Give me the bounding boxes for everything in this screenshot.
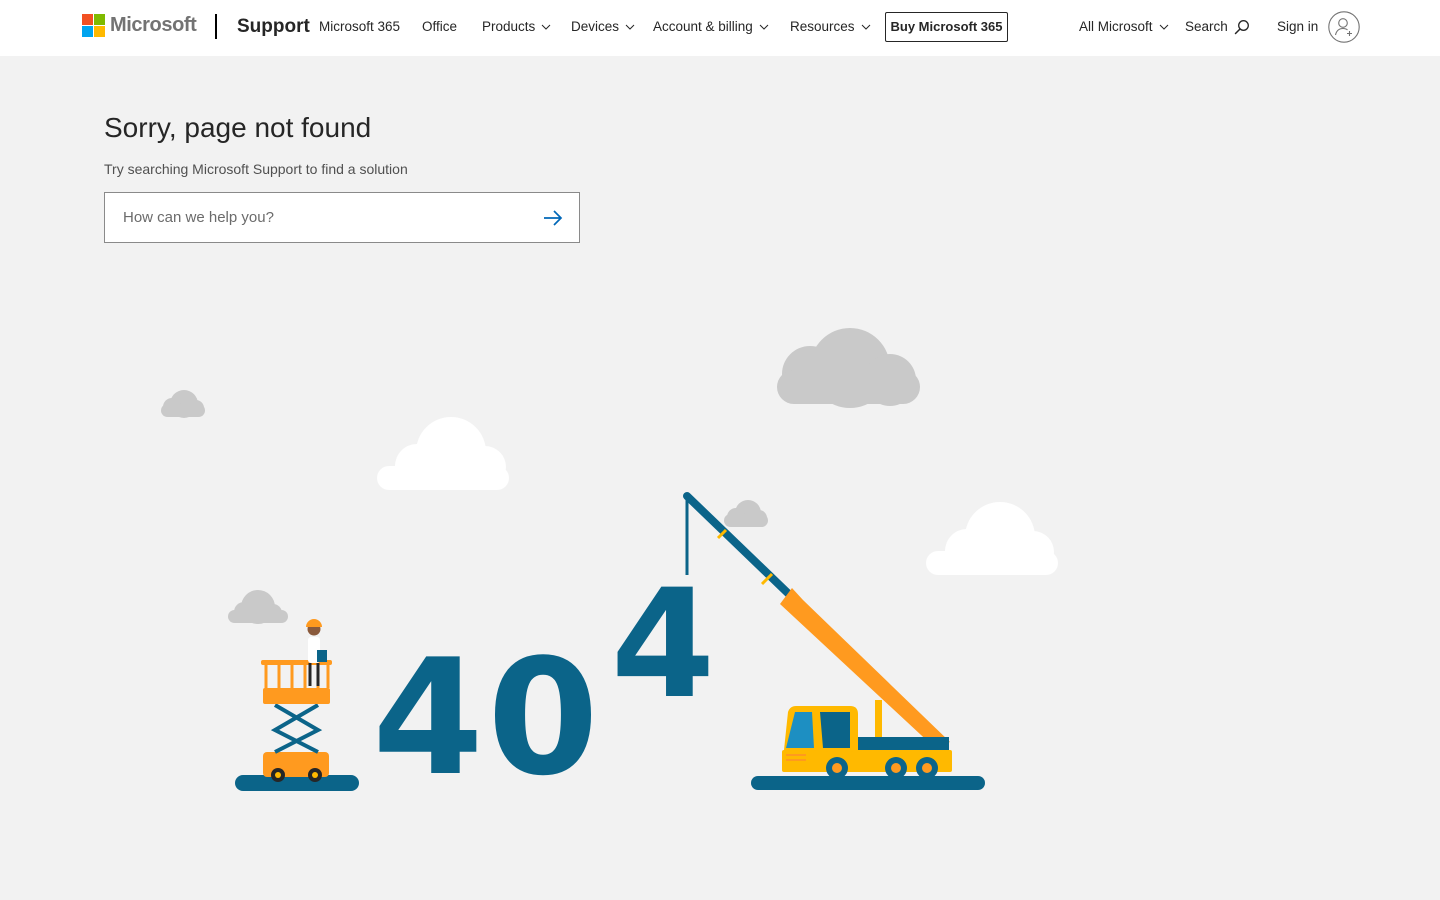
chevron-down-icon [541, 22, 551, 32]
support-search-input[interactable] [105, 193, 525, 242]
sign-in-link[interactable]: Sign in [1277, 18, 1318, 36]
microsoft-logo-icon [82, 14, 105, 37]
support-search-box [104, 192, 580, 243]
arrow-right-icon [544, 210, 563, 226]
nav-label: Devices [571, 19, 620, 34]
top-header: Microsoft Support Microsoft 365 Office P… [0, 0, 1440, 56]
nav-label: Office [422, 19, 458, 34]
nav-label: Products [482, 19, 536, 34]
nav-products[interactable]: Products [482, 18, 551, 36]
cloud-icon [377, 417, 509, 490]
nav-label: All Microsoft [1079, 19, 1153, 34]
nav-resources[interactable]: Resources [790, 18, 871, 36]
nav-label: Resources [790, 19, 855, 34]
chevron-down-icon [861, 22, 871, 32]
scissor-lift [235, 619, 359, 791]
search-submit-button[interactable] [541, 206, 565, 230]
page-subtitle: Try searching Microsoft Support to find … [104, 161, 408, 177]
digit-four-hanging: 4 [611, 558, 715, 732]
nav-microsoft-365[interactable]: Microsoft 365 [319, 18, 400, 36]
support-home-link[interactable]: Support [237, 14, 310, 39]
search-icon [1234, 19, 1250, 35]
cloud-icon [926, 502, 1058, 575]
search-label: Search [1185, 19, 1228, 34]
chevron-down-icon [759, 22, 769, 32]
cloud-icon [724, 500, 768, 527]
nav-office[interactable]: Office [422, 18, 457, 36]
cloud-icon [161, 390, 205, 418]
crane-truck [683, 492, 985, 790]
brand-name: Microsoft [110, 14, 197, 36]
nav-devices[interactable]: Devices [571, 18, 635, 36]
digit-four-left: 4 [372, 624, 483, 811]
cloud-icon [228, 590, 288, 624]
chevron-down-icon [1159, 22, 1169, 32]
header-search-button[interactable]: Search [1185, 18, 1250, 36]
account-avatar-icon[interactable] [1328, 11, 1360, 43]
cloud-icon [777, 328, 920, 408]
header-divider [215, 14, 217, 39]
digit-zero: 0 [487, 624, 598, 811]
chevron-down-icon [625, 22, 635, 32]
buy-microsoft-365-button[interactable]: Buy Microsoft 365 [885, 12, 1008, 42]
microsoft-logo-link[interactable]: Microsoft [82, 14, 197, 37]
all-microsoft-menu[interactable]: All Microsoft [1079, 18, 1169, 36]
page-title: Sorry, page not found [104, 112, 372, 143]
nav-label: Account & billing [653, 19, 753, 34]
nav-label: Microsoft 365 [319, 19, 401, 34]
nav-account-billing[interactable]: Account & billing [653, 18, 769, 36]
